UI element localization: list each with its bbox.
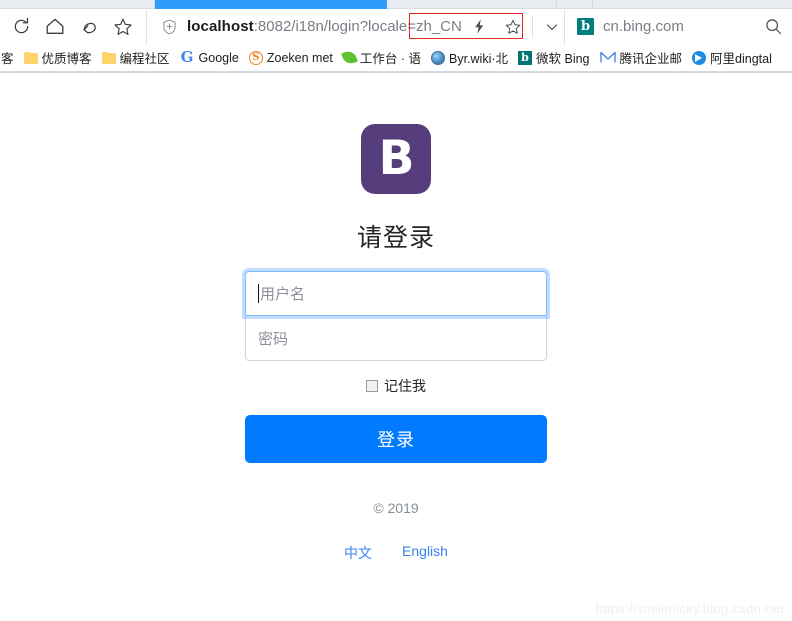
login-form: B 请登录 用户名 密码 记住我 登录 © 2019 中文 English [245, 73, 547, 563]
lang-link-english[interactable]: English [402, 543, 448, 563]
remember-me-label: 记住我 [384, 378, 426, 394]
url-text[interactable]: localhost:8082/i18n/login ?locale=zh_CN [187, 13, 523, 39]
url-query: ?locale=zh_CN [359, 18, 462, 35]
bookmark-item[interactable]: 客 [0, 46, 19, 70]
bookmark-label: 微软 Bing [536, 52, 590, 66]
username-input[interactable]: 用户名 [245, 271, 547, 316]
bookmark-item[interactable]: Byr.wiki·北 [426, 46, 513, 70]
tab-separator [592, 0, 593, 8]
dingtalk-icon [692, 50, 707, 65]
bookmark-item[interactable]: G Google [175, 46, 244, 70]
bookmark-star-icon[interactable] [496, 10, 530, 44]
bootstrap-logo: B [361, 124, 431, 194]
watermark-text: https://smilenicky.blog.csdn.net [595, 601, 784, 616]
back-icon[interactable] [72, 10, 106, 44]
bookmark-item[interactable]: b 微软 Bing [513, 46, 595, 70]
tab-separator [556, 0, 557, 8]
bookmark-label: 编程社区 [119, 52, 170, 66]
bookmark-label: Zoeken met [266, 50, 333, 65]
bookmark-label: 工作台 · 语 [359, 52, 421, 66]
leaf-icon [341, 49, 358, 66]
bookmark-item[interactable]: 阿里dingtal [687, 46, 777, 70]
page-content: B 请登录 用户名 密码 记住我 登录 © 2019 中文 English ht… [0, 73, 792, 621]
remember-me-row[interactable]: 记住我 [245, 376, 547, 396]
google-icon: G [180, 48, 194, 66]
copyright-text: © 2019 [373, 500, 419, 516]
language-switcher: 中文 English [245, 543, 547, 563]
address-bar-actions [462, 10, 569, 44]
refresh-icon[interactable] [4, 10, 38, 44]
bootstrap-logo-letter: B [378, 130, 415, 186]
page-title: 请登录 [356, 224, 435, 252]
favorites-star-icon[interactable] [106, 10, 140, 44]
bookmark-label: 客 [1, 52, 14, 66]
bookmarks-bar: 客 优质博客 编程社区 G Google S Zoeken met 工作台 · … [0, 44, 792, 72]
lang-link-chinese[interactable]: 中文 [344, 543, 372, 563]
shield-icon [159, 19, 179, 35]
globe-icon [430, 50, 445, 65]
bookmark-label: Google [198, 50, 239, 65]
browser-chrome: localhost:8082/i18n/login?locale=zh_CN [0, 0, 792, 73]
active-tab-indicator[interactable] [155, 0, 387, 9]
toolbar-divider [531, 15, 533, 38]
bookmark-item[interactable]: 编程社区 [97, 46, 175, 70]
home-icon[interactable] [38, 10, 72, 44]
bookmark-item[interactable]: 腾讯企业邮 [595, 46, 688, 70]
login-submit-button[interactable]: 登录 [245, 415, 547, 463]
bookmark-label: 阿里dingtal [710, 52, 772, 66]
username-placeholder: 用户名 [260, 286, 306, 303]
text-caret [258, 284, 259, 303]
remember-me-checkbox[interactable] [366, 380, 378, 392]
bing-logo-icon: b [577, 18, 594, 35]
bookmark-item[interactable]: 优质博客 [19, 46, 97, 70]
bookmark-item[interactable]: S Zoeken met [244, 46, 338, 70]
password-input[interactable]: 密码 [245, 316, 547, 361]
folder-icon [101, 51, 116, 64]
tab-strip [0, 0, 792, 9]
search-input[interactable]: cn.bing.com [603, 18, 684, 35]
bookmark-label: 优质博客 [41, 52, 92, 66]
folder-icon [23, 51, 38, 64]
url-host: localhost [187, 18, 254, 35]
password-placeholder: 密码 [258, 330, 289, 348]
startpage-s-icon: S [248, 50, 263, 65]
bookmark-label: Byr.wiki·北 [448, 52, 509, 66]
search-bar[interactable]: b cn.bing.com [564, 9, 792, 44]
bing-icon: b [518, 50, 533, 65]
browser-toolbar: localhost:8082/i18n/login?locale=zh_CN [0, 9, 792, 44]
bookmark-label: 腾讯企业邮 [619, 52, 683, 66]
qq-mail-icon [599, 51, 616, 64]
chevron-down-icon[interactable] [535, 10, 569, 44]
url-path: :8082/i18n/login [253, 18, 360, 35]
lightning-icon[interactable] [462, 10, 496, 44]
bing-logo-letter: b [580, 19, 591, 34]
address-bar[interactable]: localhost:8082/i18n/login ?locale=zh_CN [146, 9, 564, 44]
bookmark-item[interactable]: 工作台 · 语 [338, 46, 426, 70]
search-icon[interactable] [765, 18, 792, 35]
